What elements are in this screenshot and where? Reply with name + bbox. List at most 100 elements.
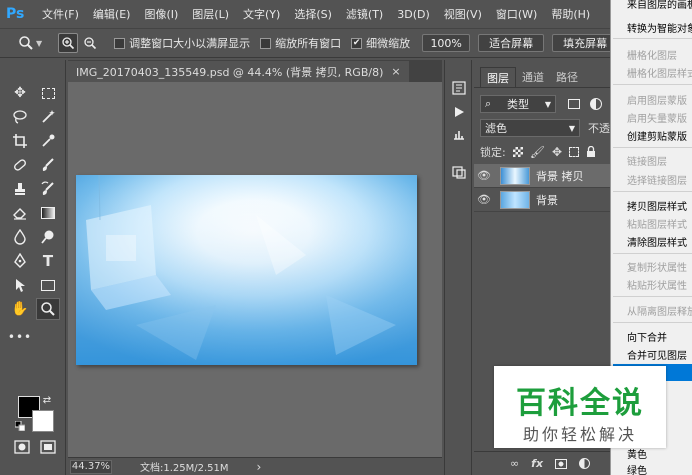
menu-item-rasterize-layer[interactable]: 栅格化图层 — [627, 47, 677, 62]
magic-wand-tool[interactable] — [36, 106, 60, 128]
background-color-swatch[interactable] — [32, 410, 54, 432]
menu-item-release-from-isolation[interactable]: 从隔离图层释放 — [627, 303, 692, 318]
healing-brush-tool[interactable] — [8, 154, 32, 176]
canvas-area[interactable] — [68, 82, 442, 457]
brush-tool[interactable] — [36, 154, 60, 176]
watermark-logo: 百科全说 助你轻松解决 — [494, 366, 666, 448]
menu-item-artboard-from-layers[interactable]: 来自图层的画板 — [627, 0, 692, 11]
lock-artboard-icon[interactable] — [569, 147, 580, 157]
menu-item-copy-shape-attributes[interactable]: 复制形状属性 — [627, 259, 687, 274]
screen-mode-button[interactable] — [36, 436, 60, 458]
rectangle-tool[interactable] — [36, 274, 60, 296]
magnifier-icon — [41, 302, 55, 316]
status-menu-arrow[interactable]: › — [257, 460, 262, 474]
layer-filter-select[interactable]: ⌕ 类型 ▼ — [480, 95, 556, 113]
zoom-tool[interactable] — [36, 298, 60, 320]
lock-all-icon[interactable] — [586, 146, 596, 158]
menu-3d[interactable]: 3D(D) — [397, 8, 430, 21]
blur-tool[interactable] — [8, 226, 32, 248]
lock-transparent-icon[interactable] — [512, 147, 523, 157]
zoom-level-field[interactable]: 44.37% — [70, 459, 112, 474]
move-tool[interactable]: ✥ — [8, 82, 32, 104]
menu-item-color-green[interactable]: 绿色 — [627, 462, 647, 475]
menu-separator — [613, 191, 692, 192]
dodge-tool[interactable] — [36, 226, 60, 248]
eraser-tool[interactable] — [8, 202, 32, 224]
lock-pixels-brush-icon[interactable]: 🖌 — [530, 145, 545, 159]
menu-help[interactable]: 帮助(H) — [551, 6, 590, 22]
menu-item-color-yellow[interactable]: 黄色 — [627, 446, 647, 461]
type-tool[interactable]: T — [36, 250, 60, 272]
menu-type[interactable]: 文字(Y) — [243, 6, 280, 22]
zoom-in-button[interactable] — [58, 33, 79, 53]
menu-item-merge-visible[interactable]: 合并可见图层 — [627, 347, 687, 362]
blend-mode-select[interactable]: 滤色 ▼ — [480, 119, 580, 137]
adjustment-filter-icon[interactable] — [590, 98, 602, 110]
tab-layers[interactable]: 图层 — [480, 67, 516, 87]
document-tab[interactable]: IMG_20170403_135549.psd @ 44.4% (背景 拷贝, … — [68, 61, 409, 82]
menu-item-rasterize-layer-style[interactable]: 栅格化图层样式 — [627, 65, 692, 80]
menu-item-merge-down[interactable]: 向下合并 — [627, 329, 667, 344]
fx-icon[interactable]: fx — [531, 457, 543, 470]
document-size: 文档:1.25M/2.51M — [140, 463, 229, 474]
pen-tool[interactable] — [8, 250, 32, 272]
clone-stamp-tool[interactable] — [8, 178, 32, 200]
menu-item-link-layers[interactable]: 链接图层 — [627, 153, 667, 168]
image-filter-icon[interactable] — [568, 99, 580, 109]
default-colors-button[interactable] — [14, 420, 26, 432]
history-panel-icon[interactable] — [451, 80, 467, 96]
zoom-out-button[interactable] — [80, 33, 100, 53]
menu-item-convert-smart-object[interactable]: 转换为智能对象 — [627, 20, 692, 35]
menu-window[interactable]: 窗口(W) — [496, 6, 537, 22]
gradient-tool[interactable] — [36, 202, 60, 224]
edit-toolbar-button[interactable]: ••• — [8, 326, 32, 348]
tab-paths[interactable]: 路径 — [550, 67, 584, 87]
menu-file[interactable]: 文件(F) — [42, 6, 79, 22]
link-layers-icon[interactable]: ∞ — [510, 457, 519, 470]
menu-view[interactable]: 视图(V) — [444, 6, 482, 22]
crop-tool[interactable] — [8, 130, 32, 152]
menu-filter[interactable]: 滤镜(T) — [346, 6, 383, 22]
lock-position-icon[interactable]: ✥ — [552, 145, 562, 159]
hand-tool[interactable]: ✋ — [8, 298, 32, 320]
menu-item-paste-shape-attributes[interactable]: 粘贴形状属性 — [627, 277, 687, 292]
history-brush-tool[interactable] — [36, 178, 60, 200]
tool-preset-picker[interactable]: ▼ — [18, 35, 42, 51]
menu-select[interactable]: 选择(S) — [294, 6, 332, 22]
menu-item-enable-vector-mask[interactable]: 启用矢量蒙版 — [627, 110, 687, 125]
menu-item-select-linked-layers[interactable]: 选择链接图层 — [627, 172, 687, 187]
visibility-eye-icon[interactable]: 👁 — [474, 193, 494, 206]
menu-item-clear-layer-style[interactable]: 清除图层样式 — [627, 234, 687, 249]
fill-screen-button[interactable]: 填充屏幕 — [552, 34, 619, 52]
type-icon: T — [42, 252, 54, 270]
layer-row[interactable]: 👁 背景 — [474, 188, 610, 212]
add-mask-icon[interactable] — [555, 458, 568, 469]
marquee-tool[interactable] — [36, 82, 60, 104]
scrubby-zoom-checkbox[interactable]: ✔ 细微缩放 — [351, 35, 410, 51]
menu-edit[interactable]: 编辑(E) — [93, 6, 131, 22]
resize-windows-checkbox[interactable]: 调整窗口大小以满屏显示 — [114, 35, 250, 51]
lasso-tool[interactable] — [8, 106, 32, 128]
swap-colors-button[interactable]: ⇄ — [40, 394, 54, 406]
properties-panel-icon[interactable] — [451, 164, 467, 180]
path-selection-tool[interactable] — [8, 274, 32, 296]
menu-item-paste-layer-style[interactable]: 粘贴图层样式 — [627, 216, 687, 231]
menu-layer[interactable]: 图层(L) — [192, 6, 229, 22]
move-icon: ✥ — [14, 85, 26, 101]
layer-row[interactable]: 👁 背景 拷贝 — [474, 164, 610, 188]
eyedropper-tool[interactable] — [36, 130, 60, 152]
menu-item-enable-layer-mask[interactable]: 启用图层蒙版 — [627, 92, 687, 107]
actions-play-icon[interactable] — [451, 104, 467, 120]
adjust-panel-icon[interactable] — [451, 126, 467, 142]
zoom-100-button[interactable]: 100% — [422, 34, 471, 52]
zoom-all-checkbox[interactable]: 缩放所有窗口 — [260, 35, 341, 51]
visibility-eye-icon[interactable]: 👁 — [474, 169, 494, 182]
menu-item-create-clipping-mask[interactable]: 创建剪贴蒙版 — [627, 128, 687, 143]
fit-screen-button[interactable]: 适合屏幕 — [478, 34, 545, 52]
close-icon[interactable]: × — [391, 65, 400, 78]
menu-item-copy-layer-style[interactable]: 拷贝图层样式 — [627, 198, 687, 213]
tab-channels[interactable]: 通道 — [516, 67, 550, 87]
quick-mask-button[interactable] — [10, 436, 34, 458]
new-adjustment-layer-icon[interactable] — [579, 458, 591, 469]
menu-image[interactable]: 图像(I) — [144, 6, 178, 22]
